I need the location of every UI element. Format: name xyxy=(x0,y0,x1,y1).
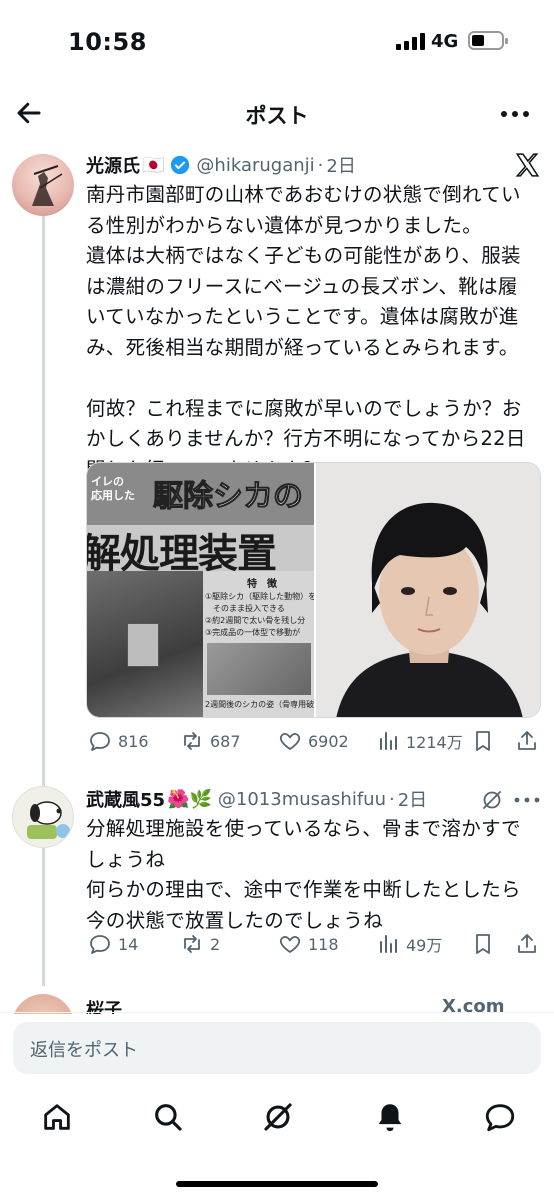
heart-icon xyxy=(279,733,301,750)
retweet-count: 2 xyxy=(210,934,221,954)
retweet-button[interactable]: 687 xyxy=(180,729,241,753)
clipping-bottom-caption: 2週間後のシカの姿（骨専用破砕 xyxy=(205,700,314,709)
post-media[interactable]: イレの 応用した 駆除シカの 解処理装置 特 徴 ①駆除シカ（駆除した動物）を … xyxy=(86,462,541,718)
reply-avatar[interactable] xyxy=(12,786,74,848)
post-text: 南丹市園部町の山林であおむけの状態で倒れてい る性別がわからない遺体が見つかりま… xyxy=(86,183,526,481)
grok-icon[interactable] xyxy=(480,788,504,812)
views-button[interactable]: 1214万 xyxy=(376,729,463,753)
network-label: 4G xyxy=(431,31,459,52)
like-button[interactable]: 118 xyxy=(278,932,339,956)
views-count: 1214万 xyxy=(406,733,463,752)
views-count: 49万 xyxy=(406,936,443,955)
status-bar: 10:58 4G xyxy=(0,0,554,80)
bookmark-button[interactable] xyxy=(471,932,495,956)
like-button[interactable]: 6902 xyxy=(278,729,349,753)
views-icon xyxy=(380,935,397,953)
feature-line: ①駆除シカ（駆除した動物）を xyxy=(205,592,314,601)
divider xyxy=(0,1012,554,1013)
post-time: 2日 xyxy=(326,156,356,177)
avatar-silhouette-icon xyxy=(32,165,63,206)
share-button[interactable] xyxy=(515,932,539,956)
reply-emoji: 🌺🌿 xyxy=(167,788,212,810)
like-count: 6902 xyxy=(308,731,349,751)
feature-line: ③完成品の一体型で移動が xyxy=(205,628,301,637)
grok-icon[interactable] xyxy=(261,1100,295,1134)
reply-handle[interactable]: @1013musashifuu xyxy=(218,789,386,810)
clipping-small-caption: イレの 応用した xyxy=(91,475,135,502)
clipping-headline: 駆除シカの xyxy=(153,479,304,515)
bones-photo xyxy=(207,643,311,695)
author-name[interactable]: 光源氏 xyxy=(86,152,140,178)
reply-count: 14 xyxy=(118,934,139,954)
thread-line xyxy=(42,216,45,986)
bookmark-icon xyxy=(476,731,490,751)
reply-time: 2日 xyxy=(397,790,428,811)
search-icon[interactable] xyxy=(151,1100,185,1134)
views-button[interactable]: 49万 xyxy=(376,932,442,956)
bookmark-button[interactable] xyxy=(471,729,495,753)
share-icon xyxy=(518,731,536,750)
author-avatar[interactable] xyxy=(12,154,74,216)
reply-count: 816 xyxy=(118,731,149,751)
retweet-button[interactable]: 2 xyxy=(180,932,220,956)
share-icon xyxy=(518,934,536,953)
notifications-bell-icon[interactable] xyxy=(373,1100,407,1134)
reply-compose-input[interactable]: 返信をポスト xyxy=(13,1022,541,1074)
features-title: 特 徴 xyxy=(247,579,277,590)
snoopy-avatar-icon xyxy=(27,801,70,839)
home-indicator xyxy=(176,1181,378,1187)
post-author-row: 光源氏 🇯🇵 @hikaruganji · 2日 xyxy=(86,152,356,178)
reply-text: 分解処理施設を使っているなら、骨まで溶かすで しょうね 何らかの理由で、途中で作… xyxy=(86,817,521,932)
page-title: ポスト xyxy=(245,104,309,128)
reply-button[interactable]: 14 xyxy=(88,932,138,956)
flag-emoji: 🇯🇵 xyxy=(142,154,165,176)
feature-line: ②約2週間で太い骨を残し分 xyxy=(205,616,306,625)
reply-button[interactable]: 816 xyxy=(88,729,149,753)
feature-line: そのまま投入できる xyxy=(205,604,285,613)
retweet-icon xyxy=(184,935,200,953)
messages-icon[interactable] xyxy=(483,1100,517,1134)
retweet-icon xyxy=(184,732,200,750)
signal-icon xyxy=(396,32,425,50)
more-options-icon[interactable] xyxy=(498,98,532,128)
retweet-count: 687 xyxy=(210,731,241,751)
dot-separator: · xyxy=(317,154,324,176)
machine-panel xyxy=(127,623,159,667)
home-icon[interactable] xyxy=(40,1100,74,1134)
compose-placeholder: 返信をポスト xyxy=(30,1040,138,1061)
battery-icon xyxy=(468,31,508,50)
portrait-illustration xyxy=(316,463,540,717)
bookmark-icon xyxy=(476,934,490,954)
bottom-nav xyxy=(0,1090,554,1150)
dot-separator: · xyxy=(389,788,395,810)
top-header: ポスト xyxy=(0,90,554,140)
next-reply-peek[interactable]: 桜子 X.com xyxy=(0,990,554,1014)
reply-icon xyxy=(90,935,110,954)
reply-author-name[interactable]: 武蔵風55 xyxy=(86,786,165,812)
verified-badge-icon xyxy=(171,155,190,175)
portrait-photo-image[interactable] xyxy=(314,463,540,717)
views-icon xyxy=(380,732,397,750)
share-button[interactable] xyxy=(515,729,539,753)
author-handle[interactable]: @hikaruganji xyxy=(196,155,314,176)
newspaper-clipping-image[interactable]: イレの 応用した 駆除シカの 解処理装置 特 徴 ①駆除シカ（駆除した動物）を … xyxy=(87,463,314,717)
reply-icon xyxy=(90,732,110,751)
more-options-icon[interactable] xyxy=(512,788,542,812)
next-reply-avatar[interactable] xyxy=(12,994,74,1014)
like-count: 118 xyxy=(308,934,339,954)
status-time: 10:58 xyxy=(68,28,147,56)
x-logo-icon xyxy=(515,153,540,177)
reply-author-row: 武蔵風55 🌺🌿 @1013musashifuu · 2日 xyxy=(86,786,427,812)
heart-icon xyxy=(279,936,301,953)
